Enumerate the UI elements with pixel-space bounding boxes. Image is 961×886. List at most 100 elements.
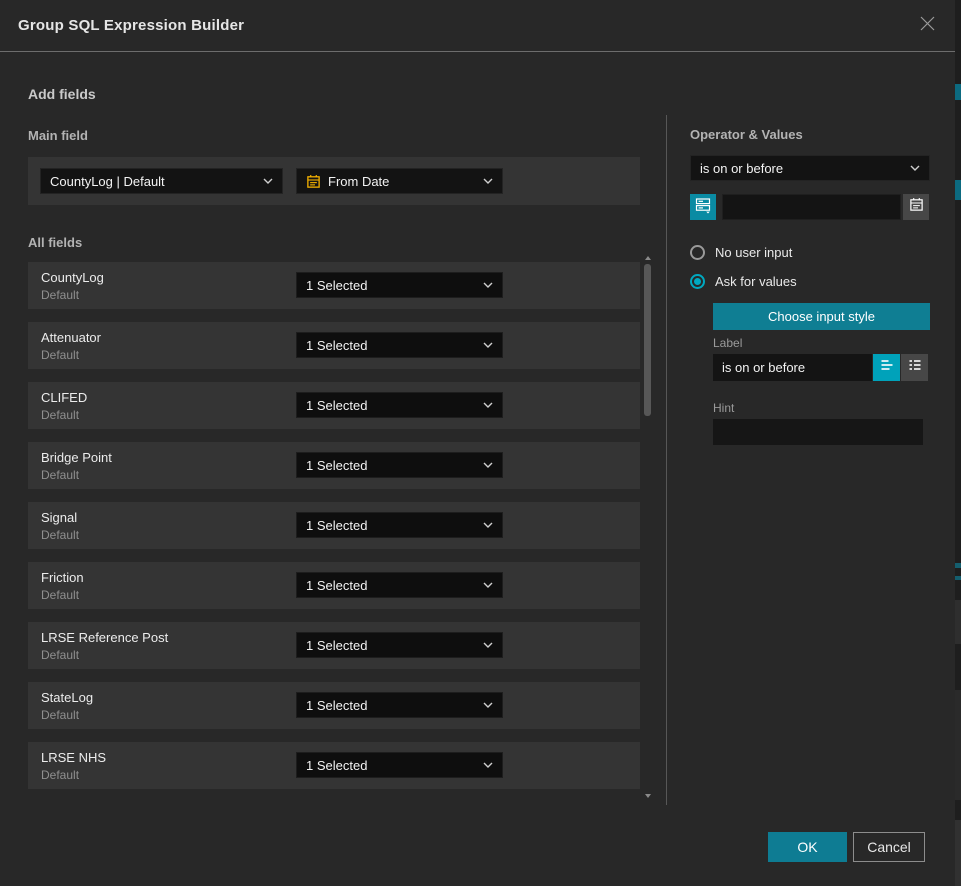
chevron-down-icon [483, 178, 493, 184]
selection-value: 1 Selected [306, 758, 367, 773]
field-name: CountyLog [41, 270, 104, 285]
field-selection-dropdown[interactable]: 1 Selected [296, 512, 503, 538]
radio-no-user-input[interactable]: No user input [690, 245, 792, 260]
field-row: Signal Default 1 Selected [28, 502, 640, 549]
value-source-icon [694, 196, 712, 219]
hint-field-label: Hint [713, 401, 734, 415]
cancel-button[interactable]: Cancel [853, 832, 925, 862]
field-type: Default [41, 348, 79, 362]
label-field-label: Label [713, 336, 742, 350]
layer-dropdown[interactable]: CountyLog | Default [40, 168, 283, 194]
selection-value: 1 Selected [306, 398, 367, 413]
field-selection-dropdown[interactable]: 1 Selected [296, 692, 503, 718]
scroll-down-arrow-icon[interactable] [645, 794, 651, 798]
selection-value: 1 Selected [306, 338, 367, 353]
field-row: CLIFED Default 1 Selected [28, 382, 640, 429]
field-row: StateLog Default 1 Selected [28, 682, 640, 729]
list-value-style-button[interactable] [901, 354, 928, 381]
operator-dropdown[interactable]: is on or before [690, 155, 930, 181]
field-row: CountyLog Default 1 Selected [28, 262, 640, 309]
chevron-down-icon [483, 522, 493, 528]
field-selection-dropdown[interactable]: 1 Selected [296, 752, 503, 778]
operator-dropdown-value: is on or before [700, 161, 783, 176]
field-type: Default [41, 768, 79, 782]
field-row: LRSE Reference Post Default 1 Selected [28, 622, 640, 669]
chevron-down-icon [483, 282, 493, 288]
field-type: Default [41, 468, 79, 482]
field-row: Friction Default 1 Selected [28, 562, 640, 609]
calendar-icon [306, 174, 321, 189]
panel-divider [666, 115, 667, 805]
label-input[interactable] [713, 354, 872, 381]
hint-input[interactable] [713, 419, 923, 445]
background-app-edge [955, 0, 961, 886]
radio-circle-icon [690, 245, 705, 260]
list-scrollbar[interactable] [644, 256, 652, 798]
operator-values-heading: Operator & Values [690, 127, 803, 142]
field-selection-dropdown[interactable]: 1 Selected [296, 392, 503, 418]
selection-value: 1 Selected [306, 698, 367, 713]
field-name: Friction [41, 570, 84, 585]
radio-label: Ask for values [715, 274, 797, 289]
chevron-down-icon [483, 762, 493, 768]
chevron-down-icon [910, 165, 920, 171]
dialog-title: Group SQL Expression Builder [18, 17, 244, 34]
single-value-style-button[interactable] [873, 354, 900, 381]
layer-dropdown-value: CountyLog | Default [50, 174, 165, 189]
field-type: Default [41, 648, 79, 662]
field-dropdown[interactable]: From Date [296, 168, 503, 194]
field-type: Default [41, 588, 79, 602]
field-type: Default [41, 288, 79, 302]
radio-circle-selected-icon [690, 274, 705, 289]
selection-value: 1 Selected [306, 458, 367, 473]
field-dropdown-value: From Date [328, 174, 389, 189]
selection-value: 1 Selected [306, 518, 367, 533]
ok-button[interactable]: OK [768, 832, 847, 862]
field-row: LRSE NHS Default 1 Selected [28, 742, 640, 789]
align-left-icon [879, 357, 895, 378]
close-icon [919, 15, 936, 37]
group-sql-expression-builder-dialog: Group SQL Expression Builder Add fields … [0, 0, 955, 886]
field-name: CLIFED [41, 390, 87, 405]
field-selection-dropdown[interactable]: 1 Selected [296, 572, 503, 598]
add-fields-heading: Add fields [28, 86, 96, 102]
field-type: Default [41, 708, 79, 722]
chevron-down-icon [483, 462, 493, 468]
main-field-label: Main field [28, 128, 88, 143]
value-date-input[interactable] [722, 194, 901, 220]
field-selection-dropdown[interactable]: 1 Selected [296, 632, 503, 658]
field-type: Default [41, 528, 79, 542]
chevron-down-icon [483, 582, 493, 588]
field-selection-dropdown[interactable]: 1 Selected [296, 332, 503, 358]
chevron-down-icon [263, 178, 273, 184]
value-source-button[interactable] [690, 194, 716, 220]
field-row: Bridge Point Default 1 Selected [28, 442, 640, 489]
scroll-up-arrow-icon[interactable] [645, 256, 651, 260]
chevron-down-icon [483, 342, 493, 348]
close-button[interactable] [917, 16, 937, 36]
screen: Group SQL Expression Builder Add fields … [0, 0, 961, 886]
choose-input-style-button[interactable]: Choose input style [713, 303, 930, 330]
all-fields-list: CountyLog Default 1 Selected Attenuator … [28, 262, 640, 802]
field-selection-dropdown[interactable]: 1 Selected [296, 452, 503, 478]
chevron-down-icon [483, 402, 493, 408]
field-type: Default [41, 408, 79, 422]
date-picker-button[interactable] [903, 194, 929, 220]
selection-value: 1 Selected [306, 638, 367, 653]
chevron-down-icon [483, 702, 493, 708]
chevron-down-icon [483, 642, 493, 648]
field-row: Attenuator Default 1 Selected [28, 322, 640, 369]
main-field-panel: CountyLog | Default From Date [28, 157, 640, 205]
calendar-icon [909, 197, 924, 217]
field-name: LRSE Reference Post [41, 630, 168, 645]
selection-value: 1 Selected [306, 278, 367, 293]
field-name: Attenuator [41, 330, 101, 345]
field-name: LRSE NHS [41, 750, 106, 765]
field-selection-dropdown[interactable]: 1 Selected [296, 272, 503, 298]
scrollbar-thumb[interactable] [644, 264, 651, 416]
radio-ask-for-values[interactable]: Ask for values [690, 274, 797, 289]
list-icon [907, 357, 923, 378]
field-name: Bridge Point [41, 450, 112, 465]
field-name: StateLog [41, 690, 93, 705]
selection-value: 1 Selected [306, 578, 367, 593]
